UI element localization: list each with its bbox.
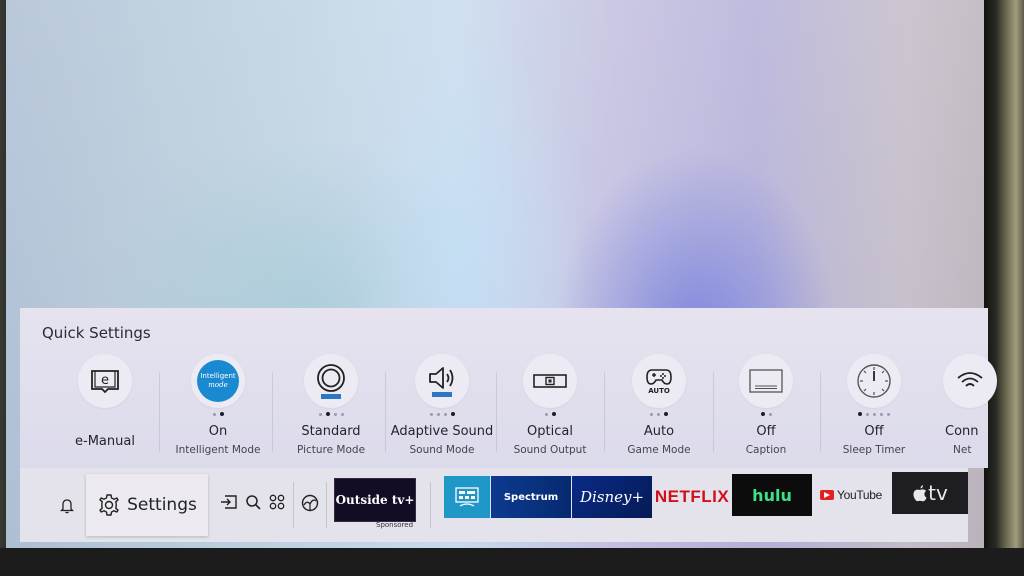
qs-label: Intelligent Mode <box>175 444 261 456</box>
qs-label: Sleep Timer <box>842 444 906 456</box>
intelligent-mode-icon: Intelligent mode <box>191 354 245 408</box>
hulu-tile[interactable]: hulu <box>732 474 812 516</box>
speaker-icon <box>415 354 469 408</box>
picture-mode-icon <box>304 354 358 408</box>
outside-tv-logo: Outside tv+ <box>335 493 415 507</box>
option-dot-active <box>664 412 668 416</box>
divider <box>159 372 160 452</box>
qs-item-intelligent-mode[interactable]: Intelligent mode On Intelligent Mode <box>163 352 273 462</box>
optical-output-icon <box>523 354 577 408</box>
option-dot <box>436 413 440 416</box>
option-dot <box>657 413 660 416</box>
option-dots <box>387 412 497 418</box>
option-dot <box>866 413 869 416</box>
qs-item-sound-output[interactable]: Optical Sound Output <box>495 352 605 462</box>
hulu-logo: hulu <box>752 485 792 505</box>
disney-plus-logo: Disney+ <box>579 488 645 506</box>
option-dot <box>340 413 344 416</box>
option-dot <box>650 413 653 416</box>
apps-icon[interactable] <box>269 494 285 514</box>
option-dot <box>212 413 216 416</box>
disney-plus-tile[interactable]: Disney+ <box>572 476 652 518</box>
option-dot <box>768 413 772 416</box>
divider <box>430 482 431 528</box>
qs-item-e-manual[interactable]: e e-Manual <box>50 352 160 462</box>
spectrum-tile[interactable]: Spectrum <box>491 476 571 518</box>
sponsored-label: Sponsored <box>376 521 414 529</box>
book-e-icon: e <box>78 354 132 408</box>
gamepad-icon: AUTO <box>632 354 686 408</box>
netflix-tile[interactable]: NETFLIX <box>654 476 730 518</box>
settings-button[interactable]: Settings <box>86 474 208 536</box>
option-dot <box>429 413 433 416</box>
youtube-tile[interactable]: YouTube <box>815 474 887 516</box>
auto-badge: AUTO <box>648 387 670 395</box>
youtube-play-icon <box>819 490 834 500</box>
option-dots <box>604 412 714 418</box>
tv-stand <box>0 548 1024 576</box>
outside-tv-tile[interactable]: Outside tv+ <box>334 478 416 522</box>
option-dots <box>819 412 929 418</box>
qs-item-sound-mode[interactable]: Adaptive Sound Sound Mode <box>387 352 497 462</box>
apple-tv-logo: tv <box>928 481 948 505</box>
qs-value: Off <box>864 424 884 439</box>
divider <box>272 372 273 452</box>
qs-item-caption[interactable]: Off Caption <box>711 352 821 462</box>
search-icon[interactable] <box>245 494 262 515</box>
option-dot-active <box>219 412 224 416</box>
divider <box>326 482 327 528</box>
option-dot <box>873 413 876 416</box>
qs-value: e-Manual <box>75 434 135 449</box>
netflix-logo: NETFLIX <box>654 487 730 506</box>
quick-settings-panel: Quick Settings e e-Manual Intelligent mod… <box>20 308 997 468</box>
option-dots <box>163 412 273 418</box>
svg-text:e: e <box>101 373 109 388</box>
qs-value: On <box>208 424 228 439</box>
qs-label: Net <box>953 444 972 456</box>
source-input-icon[interactable] <box>220 494 238 514</box>
option-dot <box>880 413 883 416</box>
badge-text: mode <box>208 381 228 389</box>
ambient-icon[interactable] <box>301 494 319 516</box>
quick-settings-title: Quick Settings <box>42 324 151 342</box>
qs-item-picture-mode[interactable]: Standard Picture Mode <box>276 352 386 462</box>
apple-icon <box>913 485 927 502</box>
divider <box>293 482 294 528</box>
bell-icon[interactable] <box>59 498 75 518</box>
spectrum-logo: Spectrum <box>503 491 559 503</box>
youtube-logo: YouTube <box>836 488 883 502</box>
qs-item-game-mode[interactable]: AUTO Auto Game Mode <box>604 352 714 462</box>
option-dot <box>544 413 548 416</box>
settings-label: Settings <box>127 495 197 515</box>
qs-item-sleep-timer[interactable]: Off Sleep Timer <box>819 352 929 462</box>
option-dot-active <box>858 412 862 416</box>
apple-tv-tile[interactable]: tv <box>892 472 968 514</box>
caption-icon <box>739 354 793 408</box>
badge-text: Intelligent <box>200 372 236 380</box>
option-dot-active <box>760 412 765 416</box>
tv-frame-edge <box>984 0 1024 576</box>
clock-icon <box>847 354 901 408</box>
option-dot <box>333 413 337 416</box>
option-dot-active <box>551 412 556 416</box>
option-dots <box>276 412 386 418</box>
gear-icon <box>99 494 119 516</box>
wifi-icon <box>943 354 997 408</box>
quick-settings-list: e e-Manual Intelligent mode On Intelligen… <box>20 352 997 462</box>
smart-hub-icon <box>455 487 479 507</box>
option-dot-active <box>450 412 455 416</box>
divider <box>385 372 386 452</box>
option-dot <box>318 413 322 416</box>
qs-item-network[interactable]: Conn Net <box>925 352 1005 462</box>
option-dots <box>711 412 821 418</box>
option-dots <box>495 412 605 418</box>
option-dot <box>887 413 890 416</box>
smart-hub-tile[interactable] <box>444 476 490 518</box>
qs-value: Conn <box>945 424 979 439</box>
home-taskbar: Settings Outside tv+ Sponsored Spectrum … <box>20 468 968 542</box>
option-dot <box>443 413 447 416</box>
option-dot-active <box>325 412 330 416</box>
